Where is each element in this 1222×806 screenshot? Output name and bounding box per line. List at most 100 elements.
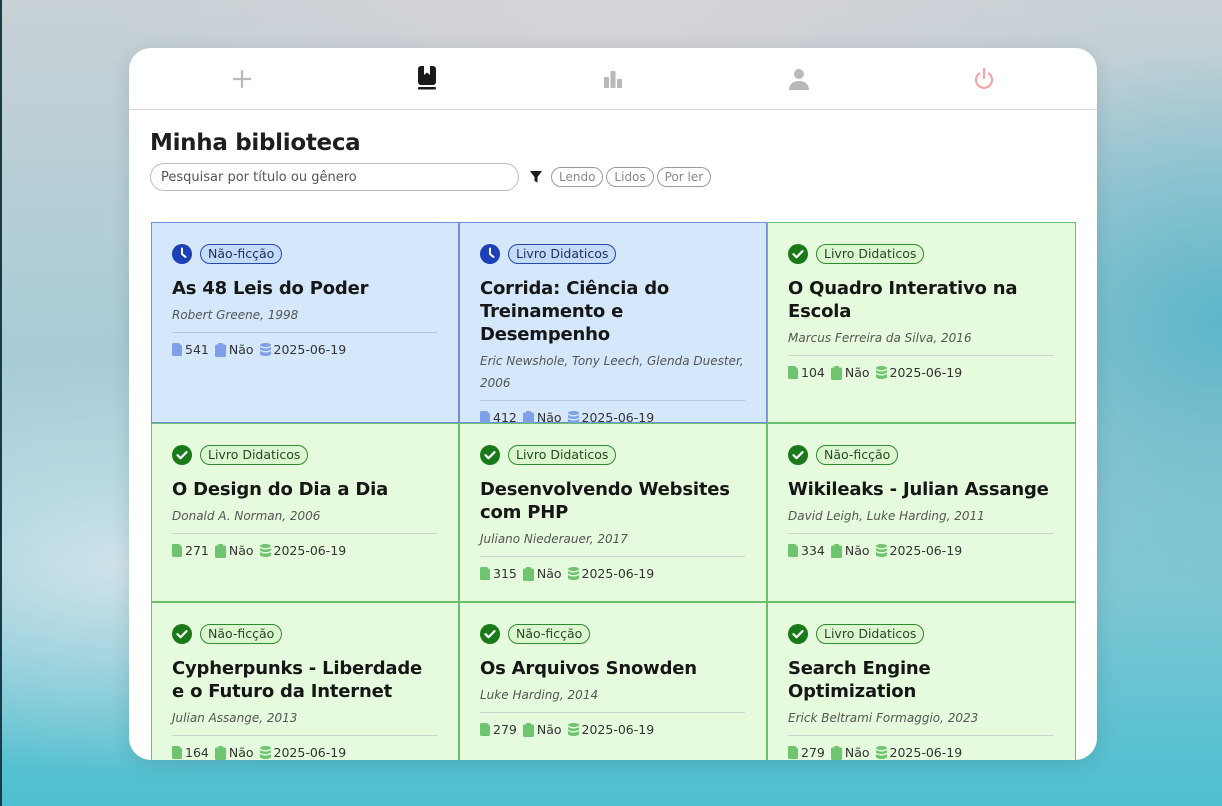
card-tagline: Não-ficção (172, 623, 437, 645)
added-date: 2025-06-19 (889, 543, 963, 558)
added-date: 2025-06-19 (581, 722, 655, 737)
book-author-year: Robert Greene, 1998 (172, 308, 299, 322)
page-count: 334 (801, 543, 825, 558)
clipboard-icon (522, 722, 534, 737)
added-date: 2025-06-19 (889, 745, 963, 760)
bar-chart-icon (603, 70, 622, 88)
book-title: Wikileaks - Julian Assange (788, 479, 1049, 500)
book-stats: 104 Não 2025-06-19 (788, 365, 1054, 380)
card-tagline: Não-ficção (480, 623, 745, 645)
book-stats: 279 Não 2025-06-19 (480, 722, 745, 737)
library-button[interactable] (407, 59, 447, 99)
plus-icon (232, 69, 251, 88)
book-card[interactable]: Não-ficção Cypherpunks - Liberdade e o F… (151, 602, 459, 760)
clipboard-icon (522, 566, 534, 581)
database-icon (875, 544, 887, 557)
bookmark-book-icon (418, 65, 437, 89)
book-card[interactable]: Livro Didaticos Corrida: Ciência do Trei… (459, 222, 767, 425)
card-tagline: Não-ficção (788, 444, 1054, 466)
check-circle-icon (788, 624, 808, 644)
added-date: 2025-06-19 (273, 543, 347, 558)
card-tagline: Livro Didaticos (788, 243, 1054, 265)
book-card[interactable]: Não-ficção Wikileaks - Julian Assange Da… (767, 423, 1076, 602)
book-author-year: Eric Newshole, Tony Leech, Glenda Dueste… (480, 354, 744, 390)
card-divider (172, 735, 437, 736)
card-divider (480, 400, 745, 401)
genre-tag: Não-ficção (200, 624, 283, 644)
database-icon (875, 746, 887, 759)
page-count-icon (172, 746, 182, 759)
ebook-flag: Não (228, 745, 254, 760)
database-icon (259, 343, 271, 356)
logout-button[interactable] (964, 59, 1004, 99)
database-icon (875, 366, 887, 379)
book-card[interactable]: Livro Didaticos Desenvolvendo Websites c… (459, 423, 767, 602)
filter-icon[interactable] (529, 170, 543, 184)
page-count: 279 (493, 722, 517, 737)
book-author-year: Juliano Niederauer, 2017 (480, 532, 628, 546)
page-count-icon (788, 746, 798, 759)
search-input[interactable] (150, 163, 519, 191)
page-count: 164 (185, 745, 209, 760)
ebook-flag: Não (844, 365, 870, 380)
book-card[interactable]: Livro Didaticos O Quadro Interativo na E… (767, 222, 1076, 423)
filter-chip-lidos[interactable]: Lidos (606, 167, 654, 187)
clipboard-icon (830, 745, 842, 760)
book-card[interactable]: Não-ficção As 48 Leis do Poder Robert Gr… (151, 222, 459, 423)
ebook-flag: Não (844, 543, 870, 558)
book-card[interactable]: Não-ficção Os Arquivos Snowden Luke Hard… (459, 602, 767, 760)
clipboard-icon (214, 342, 226, 357)
check-circle-icon (172, 624, 192, 644)
filter-chip-por-ler[interactable]: Por ler (656, 167, 712, 187)
stats-button[interactable] (593, 59, 633, 99)
ebook-flag: Não (536, 722, 562, 737)
page-count-icon (480, 723, 490, 736)
book-stats: 279 Não 2025-06-19 (788, 745, 1054, 760)
filter-chip-lendo[interactable]: Lendo (551, 167, 604, 187)
card-divider (788, 735, 1054, 736)
check-circle-icon (172, 445, 192, 465)
page-count-icon (480, 567, 490, 580)
clipboard-icon (214, 543, 226, 558)
genre-tag: Livro Didaticos (508, 244, 617, 264)
book-title: Search Engine Optimization (788, 658, 931, 702)
clipboard-icon (830, 365, 842, 380)
page-count-icon (788, 366, 798, 379)
check-circle-icon (788, 244, 808, 264)
top-navigation (129, 48, 1097, 110)
genre-tag: Livro Didaticos (508, 445, 617, 465)
card-divider (788, 533, 1054, 534)
profile-button[interactable] (779, 59, 819, 99)
page-count: 271 (185, 543, 209, 558)
genre-tag: Livro Didaticos (200, 445, 309, 465)
check-circle-icon (480, 445, 500, 465)
book-title: Os Arquivos Snowden (480, 658, 697, 679)
filter-toolbar: Lendo Lidos Por ler (150, 162, 1076, 192)
clock-icon (172, 244, 192, 264)
add-book-button[interactable] (222, 59, 262, 99)
card-divider (172, 332, 437, 333)
book-stats: 271 Não 2025-06-19 (172, 543, 437, 558)
book-stats: 315 Não 2025-06-19 (480, 566, 745, 581)
added-date: 2025-06-19 (581, 566, 655, 581)
card-divider (480, 556, 745, 557)
page-count: 315 (493, 566, 517, 581)
database-icon (567, 723, 579, 736)
genre-tag: Livro Didaticos (816, 624, 925, 644)
card-tagline: Livro Didaticos (172, 444, 437, 466)
ebook-flag: Não (228, 543, 254, 558)
book-author-year: Erick Beltrami Formaggio, 2023 (788, 711, 979, 725)
app-window: Minha biblioteca Lendo Lidos Por ler Não… (129, 48, 1097, 760)
card-divider (480, 712, 745, 713)
database-icon (567, 567, 579, 580)
book-card[interactable]: Livro Didaticos O Design do Dia a Dia Do… (151, 423, 459, 602)
page-title: Minha biblioteca (150, 130, 361, 156)
card-tagline: Não-ficção (172, 243, 437, 265)
book-title: As 48 Leis do Poder (172, 278, 369, 299)
book-card[interactable]: Livro Didaticos Search Engine Optimizati… (767, 602, 1076, 760)
page-count-icon (172, 544, 182, 557)
book-author-year: Donald A. Norman, 2006 (172, 509, 321, 523)
added-date: 2025-06-19 (273, 342, 347, 357)
book-stats: 541 Não 2025-06-19 (172, 342, 437, 357)
check-circle-icon (788, 445, 808, 465)
